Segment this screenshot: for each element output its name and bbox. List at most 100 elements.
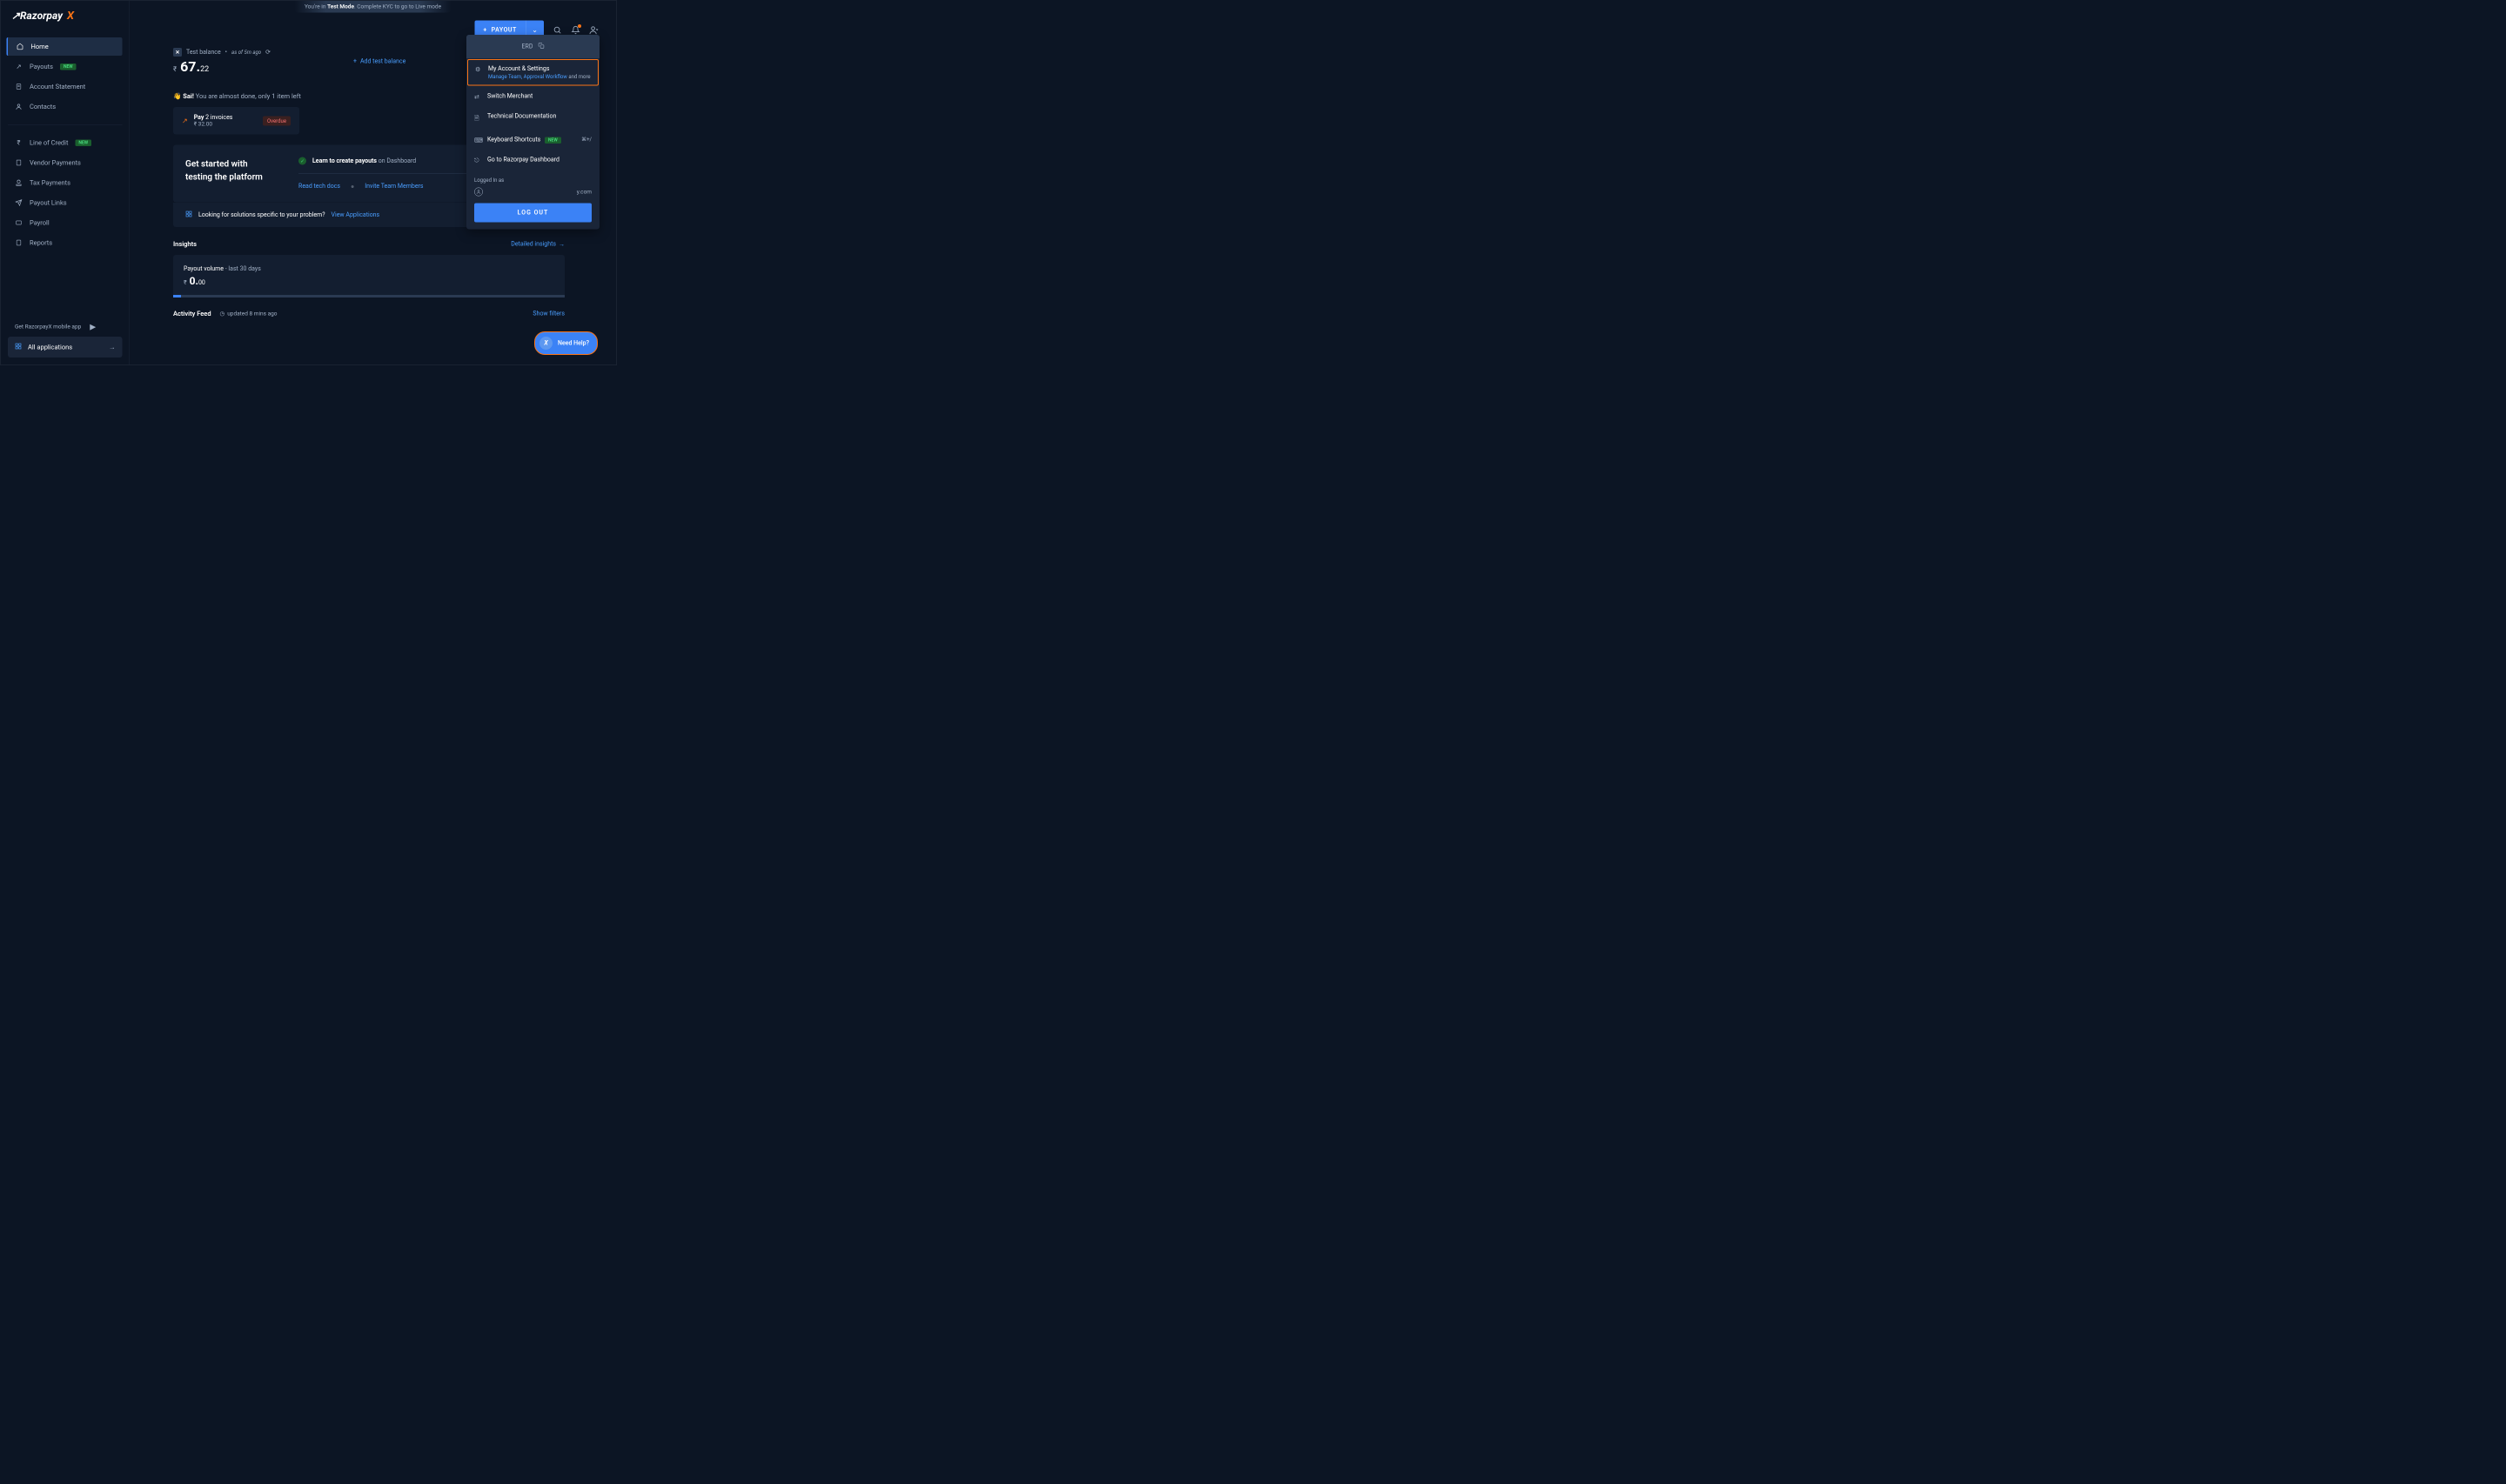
- greeting-name: Sai!: [183, 92, 194, 100]
- new-badge: NEW: [60, 64, 77, 70]
- activity-updated: updated 8 mins ago: [227, 311, 277, 318]
- solutions-text: Looking for solutions specific to your p…: [198, 211, 325, 218]
- dropdown-item-keyboard-shortcuts[interactable]: ⌨ Keyboard Shortcuts NEW ⌘+/: [466, 130, 600, 150]
- shortcut-label: ⌘+/: [581, 137, 592, 143]
- nav-items: Home ↗ Payouts NEW Account Statement Con…: [1, 37, 130, 311]
- all-applications-button[interactable]: All applications →: [8, 337, 123, 358]
- keyboard-icon: ⌨: [474, 137, 481, 144]
- sidebar-item-vendor-payments[interactable]: Vendor Payments: [8, 154, 123, 172]
- sidebar-item-contacts[interactable]: Contacts: [8, 97, 123, 116]
- user-email: y.com: [577, 189, 592, 196]
- sidebar-item-reports[interactable]: Reports: [8, 234, 123, 252]
- dropdown-item-account-settings[interactable]: ⚙ My Account & Settings Manage Team, App…: [467, 59, 599, 86]
- invoice-action: Pay: [194, 114, 204, 121]
- play-store-icon[interactable]: ▶: [90, 323, 96, 332]
- notifications-icon[interactable]: [571, 25, 580, 35]
- arrow-up-right-icon: ↗: [15, 63, 23, 70]
- manage-team-link[interactable]: Manage Team,: [488, 74, 522, 80]
- insights-card: Payout volume - last 30 days ₹ 0.00: [173, 255, 565, 297]
- insights-title: Insights: [173, 240, 197, 248]
- currency-symbol: ₹: [184, 279, 187, 286]
- mobile-app-text: Get RazorpayX mobile app: [15, 324, 81, 331]
- progress-fill: [173, 295, 181, 297]
- document-icon: 🗎: [474, 114, 481, 124]
- sidebar-item-label: Account Statement: [30, 83, 85, 90]
- dropdown-footer: Logged In as y.com LOG OUT: [466, 170, 600, 230]
- wallet-icon: [15, 219, 23, 227]
- currency-symbol: ₹: [173, 65, 177, 74]
- help-widget[interactable]: X Need Help?: [534, 331, 598, 355]
- receipt-icon: [15, 159, 23, 167]
- refresh-icon[interactable]: ⟳: [265, 49, 271, 56]
- balance-whole: 67.: [180, 58, 200, 75]
- add-balance-label: Add test balance: [360, 58, 405, 65]
- activity-header: Activity Feed ◷ updated 8 mins ago Show …: [173, 310, 565, 318]
- dropdown-item-tech-docs[interactable]: 🗎 Technical Documentation: [466, 107, 600, 130]
- dd-item-title: Switch Merchant: [487, 93, 533, 100]
- sidebar-item-payroll[interactable]: Payroll: [8, 214, 123, 232]
- sidebar-item-label: Reports: [30, 239, 52, 247]
- show-filters-link[interactable]: Show filters: [533, 311, 565, 318]
- chevron-right-icon: →: [109, 344, 116, 351]
- invite-team-link[interactable]: Invite Team Members: [365, 183, 423, 191]
- balance-label: Test balance: [186, 49, 221, 56]
- invoice-card[interactable]: ↗ Pay 2 invoices ₹ 32.00 Overdue: [173, 107, 299, 135]
- user-menu-icon[interactable]: [589, 25, 599, 35]
- sidebar-item-payout-links[interactable]: Payout Links: [8, 194, 123, 212]
- sidebar-item-label: Line of Credit: [30, 139, 68, 147]
- view-applications-link[interactable]: View Applications: [332, 211, 380, 218]
- arrow-up-right-icon: ↗: [182, 117, 188, 125]
- send-icon: [15, 199, 23, 207]
- sidebar-item-home[interactable]: Home: [7, 37, 123, 56]
- add-test-balance-button[interactable]: + Add test balance: [353, 58, 405, 65]
- clock-icon: ◷: [220, 311, 225, 318]
- search-icon[interactable]: [553, 25, 562, 35]
- logo[interactable]: ↗RazorpayX: [1, 1, 130, 37]
- arrow-right-icon: →: [559, 240, 565, 248]
- user-icon: [15, 103, 23, 110]
- volume-period: - last 30 days: [225, 265, 261, 272]
- detailed-insights-link[interactable]: Detailed insights →: [511, 240, 565, 248]
- logged-in-label: Logged In as: [474, 177, 592, 184]
- sidebar-item-label: Payroll: [30, 219, 50, 227]
- plus-icon: +: [483, 26, 486, 33]
- sidebar-item-line-of-credit[interactable]: ₹ Line of Credit NEW: [8, 134, 123, 152]
- volume-decimal: 00: [198, 279, 205, 286]
- chevron-down-icon: ⌄: [532, 26, 538, 35]
- x-badge-icon: ✕: [173, 48, 182, 57]
- sidebar-item-payouts[interactable]: ↗ Payouts NEW: [8, 57, 123, 76]
- new-badge: NEW: [545, 137, 561, 144]
- dropdown-header-label: ERD: [522, 43, 533, 50]
- dropdown-item-razorpay-dashboard[interactable]: ⎋ Go to Razorpay Dashboard: [466, 150, 600, 170]
- invoice-amount: ₹ 32.00: [194, 121, 233, 128]
- invoice-count: 2 invoices: [205, 114, 232, 121]
- home-icon: [17, 43, 24, 50]
- copy-icon[interactable]: [538, 43, 544, 50]
- read-tech-docs-link[interactable]: Read tech docs: [298, 183, 340, 191]
- detailed-link-label: Detailed insights: [511, 241, 556, 248]
- rupee-icon: ₹: [15, 139, 23, 147]
- dropdown-item-switch-merchant[interactable]: ⇄ Switch Merchant: [466, 87, 600, 107]
- banner-bold: Test Mode: [327, 3, 354, 10]
- sidebar-item-label: Tax Payments: [30, 179, 70, 187]
- sidebar-item-tax-payments[interactable]: Tax Payments: [8, 174, 123, 192]
- apps-grid-icon: [185, 211, 192, 219]
- progress-bar: [173, 295, 565, 297]
- gs-item-rest: on Dashboard: [379, 157, 416, 164]
- dd-sub-rest: and more: [568, 74, 590, 80]
- sidebar-item-account-statement[interactable]: Account Statement: [8, 77, 123, 96]
- activity-title: Activity Feed: [173, 310, 211, 318]
- test-mode-banner[interactable]: You're in Test Mode. Complete KYC to go …: [295, 1, 452, 13]
- check-icon: ✓: [298, 157, 306, 165]
- volume-label: Payout volume: [184, 265, 224, 272]
- sidebar-item-label: Contacts: [30, 103, 56, 110]
- logout-button[interactable]: LOG OUT: [474, 204, 592, 223]
- help-icon: X: [539, 337, 553, 350]
- approval-workflow-link[interactable]: Approval Workflow: [524, 74, 567, 80]
- dropdown-header: ERD: [466, 35, 600, 58]
- sidebar: ↗RazorpayX Home ↗ Payouts NEW Account St…: [1, 1, 130, 364]
- balance-as-of: as of 5m ago: [231, 50, 261, 56]
- help-label: Need Help?: [558, 340, 589, 347]
- nav-divider: [8, 124, 123, 125]
- dot-separator: •: [225, 49, 227, 56]
